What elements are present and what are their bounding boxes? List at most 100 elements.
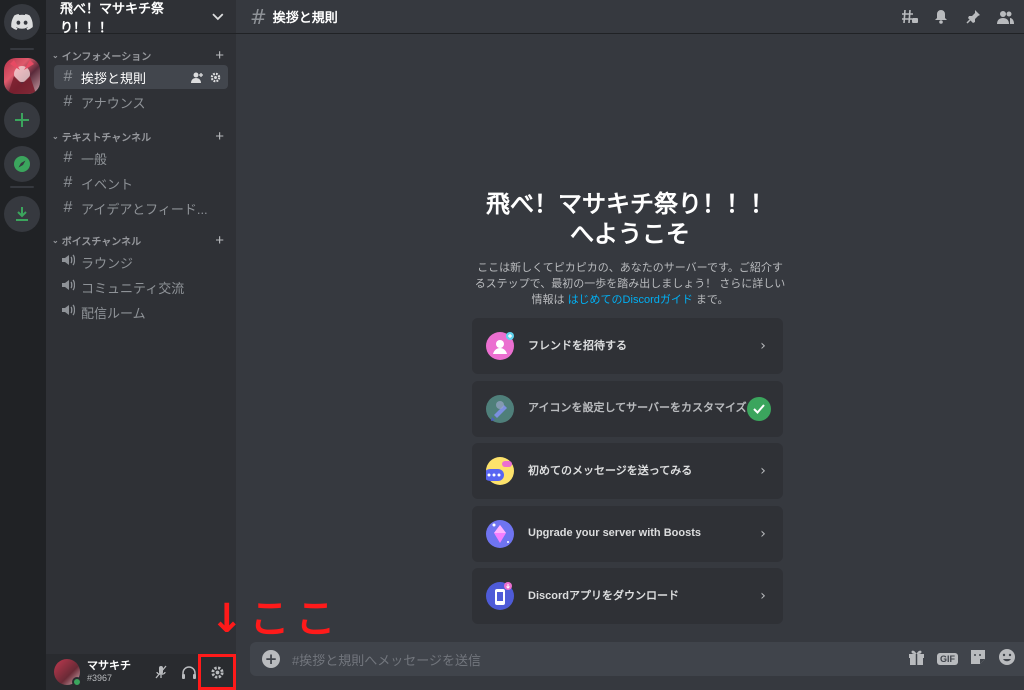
- speaker-icon: [61, 253, 75, 271]
- category-information[interactable]: ⌄ インフォメーション +: [46, 46, 236, 64]
- chevron-right-icon: ›: [760, 338, 766, 354]
- invite-member-icon[interactable]: [191, 72, 204, 83]
- speaker-icon: [61, 303, 75, 321]
- channel-sidebar: 飛べ！マサキチ祭り！！！ ⌄ インフォメーション + # 挨拶と規則 # アナウン…: [46, 0, 236, 690]
- onboarding-cards: フレンドを招待する › アイコンを設定してサーバーをカスタマイズ 初めてのメッセ…: [472, 318, 783, 631]
- discord-home-icon[interactable]: [4, 4, 40, 40]
- chevron-right-icon: ›: [760, 463, 766, 479]
- hash-icon: #: [63, 174, 73, 191]
- channel-label: コミュニティ交流: [81, 280, 185, 296]
- category-voice-channels[interactable]: ⌄ ボイスチャンネル +: [46, 231, 236, 249]
- category-text-channels[interactable]: ⌄ テキストチャンネル +: [46, 127, 236, 145]
- gear-icon[interactable]: [210, 72, 221, 83]
- welcome-desc-line1: ここは新しくてピカピカの、あなたのサーバーです。ご紹介す: [477, 262, 783, 274]
- channel-label: アイデアとフィード...: [81, 201, 208, 217]
- server-icon[interactable]: [4, 58, 40, 94]
- card-boost-upgrade[interactable]: Upgrade your server with Boosts ›: [472, 505, 783, 562]
- rail-separator: [10, 48, 34, 50]
- server-rail: [0, 0, 46, 690]
- hash-icon: #: [63, 68, 73, 85]
- welcome-desc-suffix: まで。: [692, 294, 729, 306]
- welcome-desc-line2: るステップで、最初の一歩を踏み出しましょう！ さらに詳しい: [474, 278, 786, 290]
- emoji-icon[interactable]: [998, 648, 1016, 670]
- pin-icon[interactable]: [964, 8, 982, 26]
- channel-label: 挨拶と規則: [81, 70, 147, 86]
- discord-guide-link[interactable]: はじめてのDiscordガイド: [568, 294, 693, 306]
- chevron-right-icon: ›: [760, 588, 766, 604]
- card-label: 初めてのメッセージを送ってみる: [528, 464, 693, 477]
- welcome-section: 飛べ！マサキチ祭り！！！ へようこそ ここは新しくてピカピカの、あなたのサーバー…: [236, 190, 1024, 308]
- chat-bubble-icon: [484, 457, 514, 485]
- member-list-icon[interactable]: [996, 8, 1014, 26]
- channel-title: 挨拶と規則: [272, 10, 338, 25]
- message-composer: + #挨拶と規則へメッセージを送信 GIF: [250, 642, 1024, 676]
- channel-greetings-rules[interactable]: # 挨拶と規則: [54, 65, 228, 89]
- username: マサキチ: [87, 660, 131, 672]
- channel-label: 配信ルーム: [81, 305, 146, 321]
- download-apps-icon[interactable]: [4, 196, 40, 232]
- gear-highlight-box: [198, 654, 236, 690]
- rail-separator: [10, 186, 34, 188]
- card-label: フレンドを招待する: [528, 339, 627, 352]
- annotation-arrow-text: ↓ここ: [210, 596, 342, 642]
- channel-ideas-feedback[interactable]: # アイデアとフィード...: [54, 196, 228, 220]
- gift-icon[interactable]: [908, 649, 925, 669]
- card-customize-server[interactable]: アイコンを設定してサーバーをカスタマイズ: [472, 380, 783, 437]
- channel-stream-room[interactable]: 配信ルーム: [54, 300, 228, 324]
- bell-icon[interactable]: [932, 8, 950, 26]
- channel-community[interactable]: コミュニティ交流: [54, 275, 228, 299]
- server-name: 飛べ！マサキチ祭り！！！: [60, 0, 165, 35]
- add-server-icon[interactable]: [4, 102, 40, 138]
- explore-compass-icon[interactable]: [4, 146, 40, 182]
- checkmark-icon: [747, 396, 771, 421]
- card-invite-friends[interactable]: フレンドを招待する ›: [472, 318, 783, 374]
- server-header[interactable]: 飛べ！マサキチ祭り！！！: [46, 0, 236, 35]
- welcome-description: ここは新しくてピカピカの、あなたのサーバーです。ご紹介す るステップで、最初の一…: [470, 260, 790, 308]
- channel-general[interactable]: # 一般: [54, 146, 228, 170]
- gif-button[interactable]: GIF: [937, 653, 958, 665]
- category-label: ボイスチャンネル: [61, 236, 142, 248]
- chevron-down-icon: ⌄: [52, 131, 59, 141]
- boost-gem-icon: [486, 519, 514, 548]
- channel-events[interactable]: # イベント: [54, 171, 228, 195]
- add-attachment-icon[interactable]: +: [262, 650, 280, 668]
- threads-icon[interactable]: [900, 8, 918, 26]
- card-label: Discordアプリをダウンロード: [528, 589, 679, 602]
- welcome-title-line1: 飛べ！マサキチ祭り！！！: [486, 191, 774, 218]
- user-tag: #3967: [87, 673, 113, 683]
- channel-label: イベント: [81, 176, 134, 192]
- channel-label: ラウンジ: [81, 255, 134, 271]
- chevron-down-icon: [212, 12, 224, 20]
- add-channel-icon[interactable]: +: [215, 128, 224, 145]
- chevron-down-icon: ⌄: [52, 235, 59, 245]
- channel-label: 一般: [81, 151, 108, 167]
- welcome-title-line2: へようこそ: [570, 221, 690, 248]
- sticker-icon[interactable]: [970, 649, 986, 669]
- add-channel-icon[interactable]: +: [215, 232, 224, 249]
- channel-announcements[interactable]: # アナウンス: [54, 90, 228, 114]
- channel-lounge[interactable]: ラウンジ: [54, 250, 228, 274]
- avatar[interactable]: [54, 659, 82, 687]
- message-input[interactable]: #挨拶と規則へメッセージを送信: [292, 650, 908, 669]
- card-send-first-message[interactable]: 初めてのメッセージを送ってみる ›: [472, 443, 783, 499]
- category-label: インフォメーション: [61, 51, 152, 63]
- chevron-right-icon: ›: [760, 525, 766, 542]
- invite-icon: [486, 332, 514, 360]
- phone-download-icon: [486, 582, 514, 610]
- mute-microphone-icon[interactable]: [150, 661, 172, 683]
- paintbrush-icon: [486, 394, 514, 423]
- card-label: アイコンを設定してサーバーをカスタマイズ: [528, 402, 747, 414]
- hash-icon: #: [250, 4, 267, 29]
- welcome-desc-prefix: 情報は: [531, 294, 568, 306]
- card-download-app[interactable]: Discordアプリをダウンロード ›: [472, 568, 783, 624]
- chevron-down-icon: ⌄: [52, 50, 59, 60]
- category-label: テキストチャンネル: [61, 132, 152, 144]
- card-label: Upgrade your server with Boosts: [528, 527, 701, 539]
- headphones-icon[interactable]: [178, 661, 200, 683]
- hash-icon: #: [63, 149, 73, 166]
- channel-topbar: # 挨拶と規則: [236, 0, 1024, 34]
- online-status-icon: [72, 677, 82, 687]
- add-channel-icon[interactable]: +: [215, 47, 224, 64]
- speaker-icon: [61, 278, 75, 296]
- hash-icon: #: [63, 199, 73, 216]
